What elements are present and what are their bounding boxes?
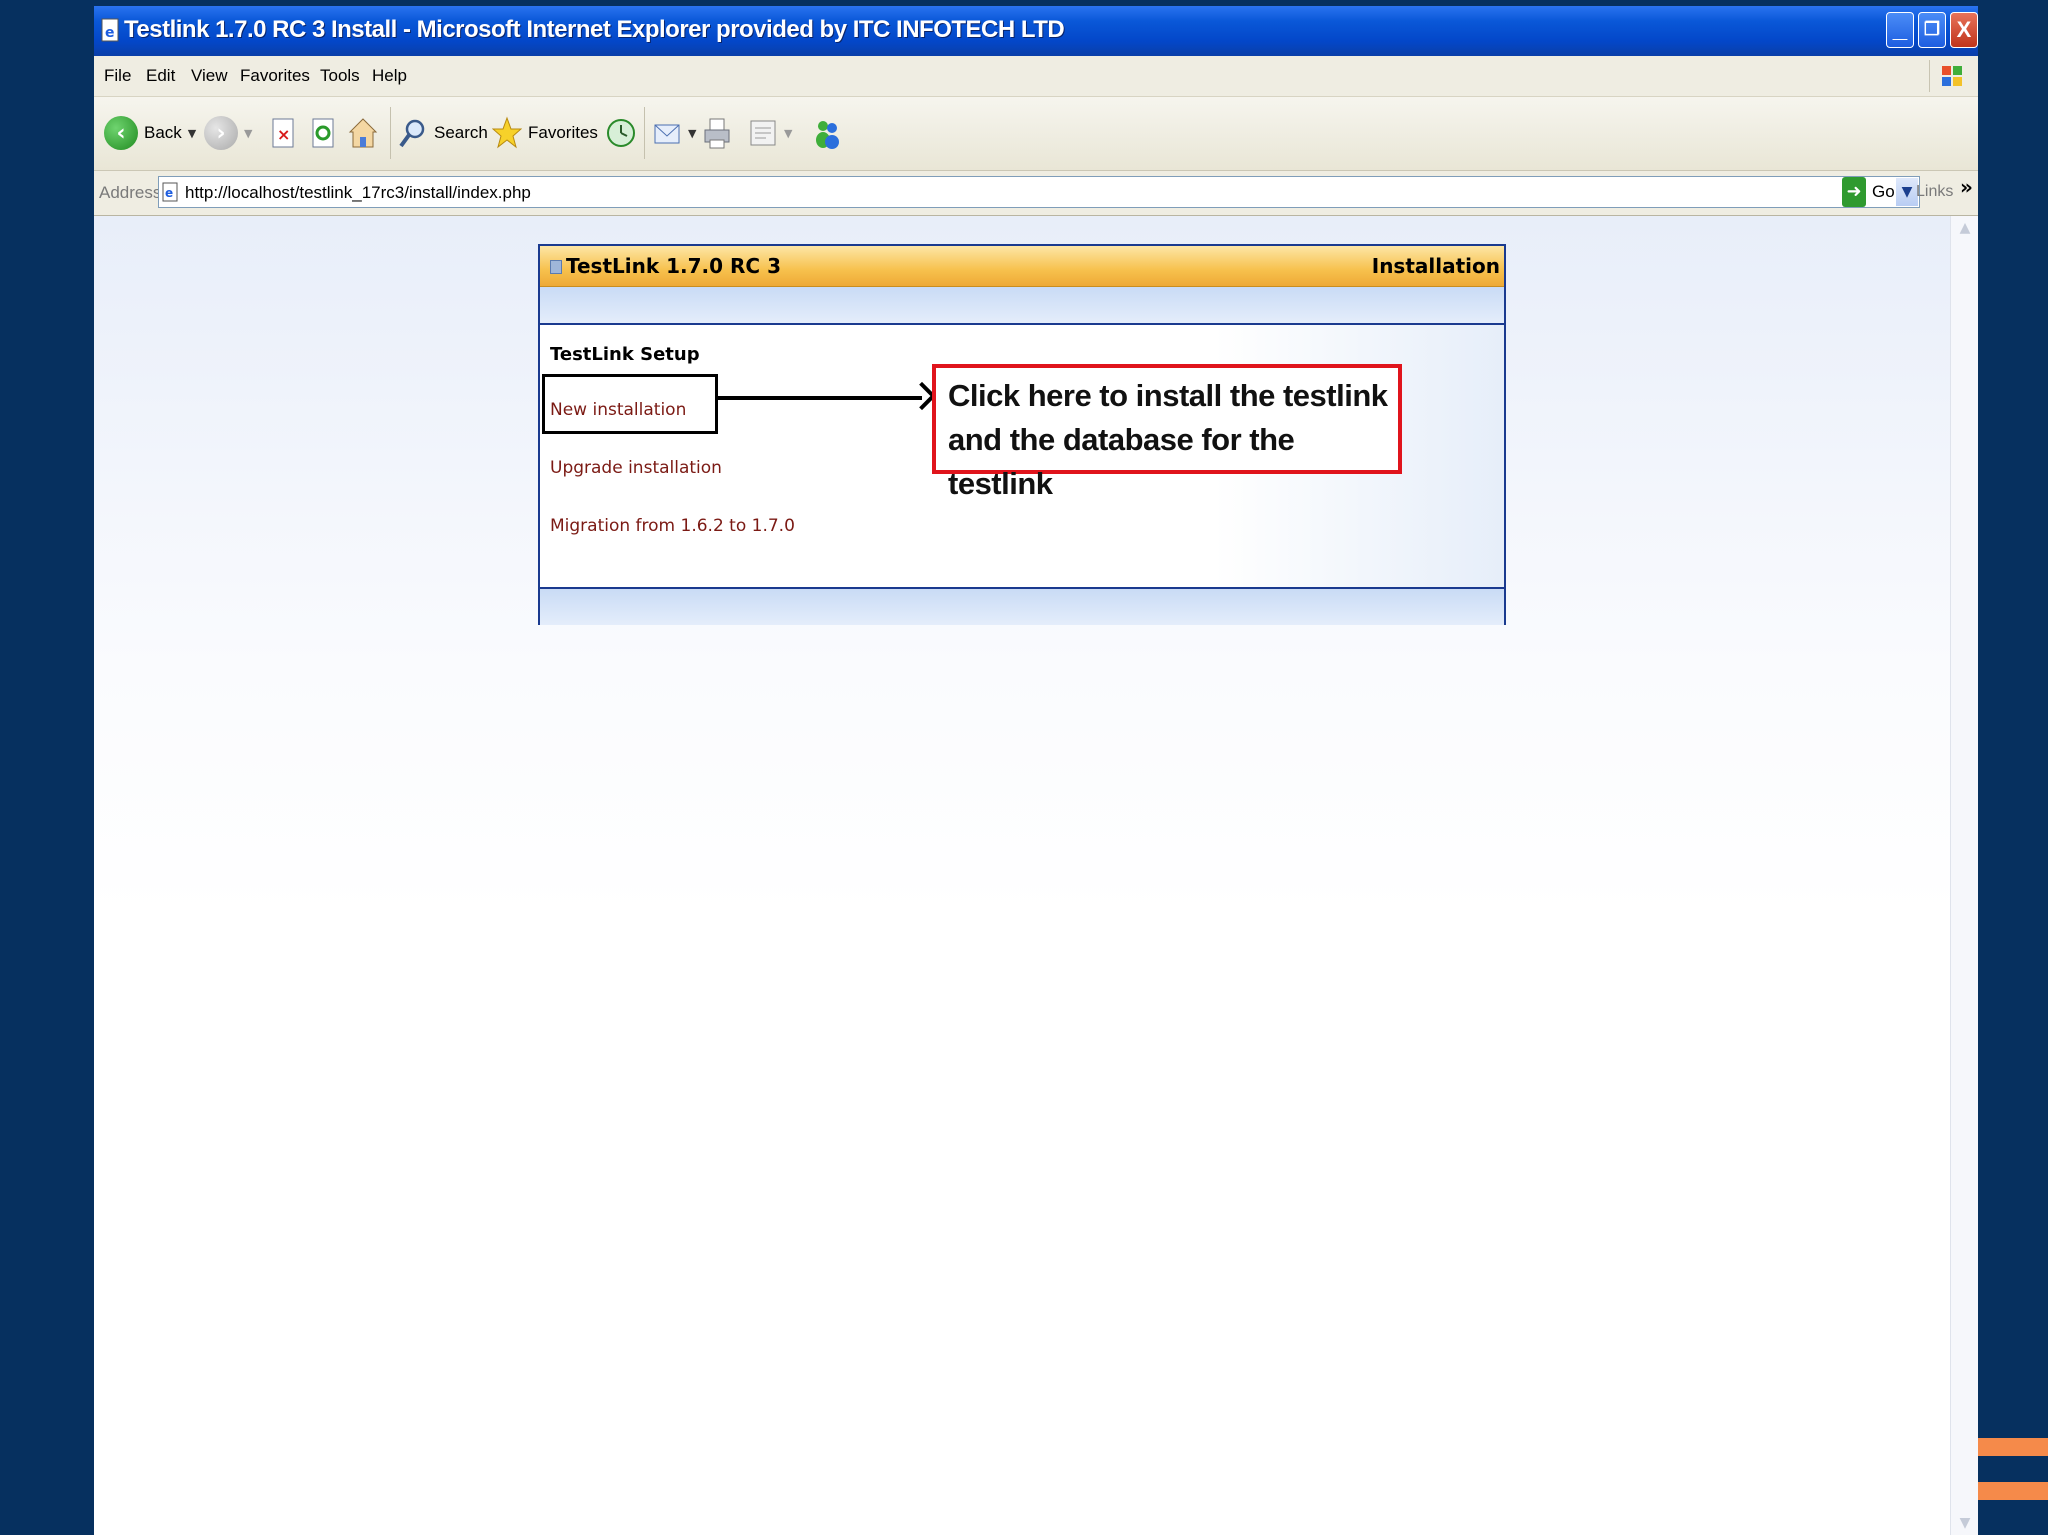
go-arrow-icon: ➜ — [1842, 177, 1866, 207]
home-icon — [348, 118, 378, 148]
scroll-down-icon[interactable]: ▼ — [1957, 1515, 1973, 1531]
search-label: Search — [434, 123, 488, 142]
menu-help[interactable]: Help — [372, 66, 407, 86]
history-button[interactable] — [606, 111, 636, 155]
links-chevron-icon[interactable]: » — [1960, 175, 1973, 199]
mail-button[interactable]: ▼ — [652, 111, 696, 155]
forward-arrow-icon: › — [204, 116, 238, 150]
messenger-icon — [816, 121, 839, 149]
callout-line-2: and the database for the testlink — [948, 422, 1295, 501]
menu-favorites[interactable]: Favorites — [240, 66, 310, 86]
callout-line-1: Click here to install the testlink — [948, 378, 1388, 413]
favorites-label: Favorites — [528, 123, 598, 142]
go-button[interactable]: ➜ Go — [1842, 177, 1895, 207]
title-bar[interactable]: e Testlink 1.7.0 RC 3 Install - Microsof… — [94, 6, 1978, 56]
section-title: Installation — [1371, 254, 1500, 278]
menu-file[interactable]: File — [104, 66, 131, 86]
svg-text:e: e — [105, 25, 115, 41]
edit-button[interactable]: ▼ — [748, 111, 792, 155]
migration-link[interactable]: Migration from 1.6.2 to 1.7.0 — [550, 516, 795, 536]
search-icon — [399, 119, 425, 148]
accent-stripe — [1978, 1482, 2048, 1500]
annotation-arrow-line — [718, 396, 922, 400]
minimize-button[interactable]: _ — [1886, 12, 1914, 48]
maximize-button[interactable]: ❐ — [1918, 12, 1946, 48]
callout-text: Click here to install the testlink and t… — [948, 374, 1398, 506]
vertical-scrollbar[interactable]: ▲ ▼ — [1950, 216, 1978, 1535]
print-button[interactable] — [702, 111, 732, 155]
links-label[interactable]: Links — [1916, 183, 1953, 201]
svg-text:×: × — [277, 125, 290, 144]
setup-heading: TestLink Setup — [550, 344, 700, 365]
panel-header: TestLink 1.7.0 RC 3 Installation — [540, 246, 1504, 287]
page-content: TestLink 1.7.0 RC 3 Installation TestLin… — [94, 216, 1950, 1535]
go-label: Go — [1872, 182, 1895, 201]
browser-window: e Testlink 1.7.0 RC 3 Install - Microsof… — [94, 6, 1978, 1535]
back-label: Back — [144, 123, 182, 142]
home-button[interactable] — [348, 111, 378, 155]
panel-band-bottom — [540, 587, 1504, 625]
edit-dropdown-icon[interactable]: ▼ — [784, 127, 792, 140]
highlight-box — [542, 374, 718, 434]
refresh-button[interactable] — [308, 111, 338, 155]
window-title: Testlink 1.7.0 RC 3 Install - Microsoft … — [124, 16, 1065, 43]
scroll-up-icon[interactable]: ▲ — [1957, 220, 1973, 236]
menu-bar: File Edit View Favorites Tools Help — [94, 56, 1978, 97]
address-url: http://localhost/testlink_17rc3/install/… — [185, 183, 531, 202]
accent-stripe — [1978, 1438, 2048, 1456]
search-button[interactable]: Search — [398, 111, 488, 155]
standard-toolbar: ‹ Back ▼ › ▼ × Search Favorites ▼ ▼ — [94, 97, 1978, 171]
close-button[interactable]: X — [1950, 12, 1978, 48]
print-icon — [704, 118, 730, 149]
app-title: TestLink 1.7.0 RC 3 — [566, 254, 781, 278]
install-panel: TestLink 1.7.0 RC 3 Installation TestLin… — [538, 244, 1506, 625]
ie-page-icon: e — [162, 182, 178, 202]
back-arrow-icon: ‹ — [104, 116, 138, 150]
menu-tools[interactable]: Tools — [320, 66, 360, 86]
stop-icon: × — [272, 118, 294, 148]
favorites-button[interactable]: Favorites — [492, 111, 598, 155]
annotation-callout: Click here to install the testlink and t… — [932, 364, 1402, 501]
menu-view[interactable]: View — [191, 66, 228, 86]
favorites-star-icon — [492, 116, 522, 149]
messenger-button[interactable] — [812, 111, 842, 155]
ie-page-icon: e — [101, 18, 119, 42]
refresh-icon — [312, 118, 334, 148]
address-label: Address — [99, 183, 162, 202]
address-bar: Address e http://localhost/testlink_17rc… — [94, 171, 1978, 216]
forward-button[interactable]: › ▼ — [204, 111, 252, 155]
address-input[interactable]: e http://localhost/testlink_17rc3/instal… — [158, 176, 1920, 208]
windows-logo-icon — [1929, 60, 1970, 92]
panel-band-top — [540, 287, 1504, 325]
toolbar-separator — [644, 107, 645, 159]
svg-text:e: e — [165, 186, 173, 200]
edit-page-icon — [750, 120, 776, 146]
back-dropdown-icon[interactable]: ▼ — [188, 127, 196, 140]
upgrade-installation-link[interactable]: Upgrade installation — [550, 458, 722, 478]
back-button[interactable]: ‹ Back ▼ — [104, 111, 196, 155]
forward-dropdown-icon[interactable]: ▼ — [244, 127, 252, 140]
stop-button[interactable]: × — [268, 111, 298, 155]
bullet-icon — [550, 260, 562, 274]
history-icon — [607, 119, 635, 147]
menu-edit[interactable]: Edit — [146, 66, 175, 86]
address-dropdown-icon[interactable]: ▼ — [1896, 178, 1918, 206]
mail-dropdown-icon[interactable]: ▼ — [688, 127, 696, 140]
toolbar-separator — [390, 107, 391, 159]
mail-icon — [654, 124, 680, 144]
